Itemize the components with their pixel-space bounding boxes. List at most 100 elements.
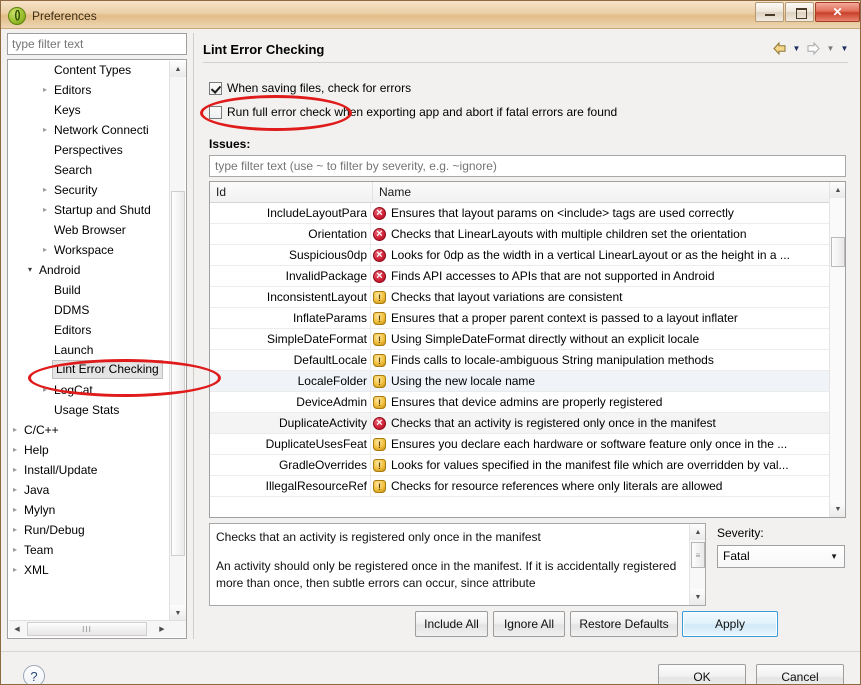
sidebar-item-startup-and-shutd[interactable]: ▸ Startup and Shutd [8, 200, 170, 220]
sidebar-item-label: Editors [54, 323, 92, 337]
sidebar-item-mylyn[interactable]: ▸ Mylyn [8, 500, 170, 520]
tree-horizontal-scrollbar[interactable]: ◀ III ▶ [9, 620, 186, 637]
sidebar-item-search[interactable]: Search [8, 160, 170, 180]
checkbox-row-full-error-check[interactable]: Run full error check when exporting app … [209, 105, 617, 119]
sidebar-item-install-update[interactable]: ▸ Install/Update [8, 460, 170, 480]
tree-scroll-down-icon[interactable]: ▼ [170, 605, 186, 621]
include-all-button[interactable]: Include All [415, 611, 488, 637]
tree-collapsed-arrow-icon[interactable]: ▸ [39, 180, 51, 200]
sidebar-item-run-debug[interactable]: ▸ Run/Debug [8, 520, 170, 540]
issues-scroll-down-icon[interactable]: ▼ [830, 501, 845, 517]
tree-scroll-up-icon[interactable]: ▲ [170, 61, 186, 77]
issues-scroll-thumb[interactable] [831, 237, 845, 267]
table-row[interactable]: InflateParams Ensures that a proper paren… [210, 308, 830, 329]
tree-collapsed-arrow-icon[interactable]: ▸ [9, 420, 21, 440]
tree-collapsed-arrow-icon[interactable]: ▸ [9, 440, 21, 460]
preferences-tree[interactable]: Content Types ▸ Editors Keys ▸ Network Connec… [7, 59, 187, 639]
sidebar-item-launch[interactable]: Launch [8, 340, 170, 360]
tree-scroll-right-icon[interactable]: ▶ [154, 621, 170, 637]
minimize-button[interactable] [755, 2, 784, 22]
table-row[interactable]: SimpleDateFormat Using SimpleDateFormat d… [210, 329, 830, 350]
back-menu-chevron-down-icon[interactable]: ▼ [791, 41, 802, 56]
tree-collapsed-arrow-icon[interactable]: ▸ [9, 520, 21, 540]
issue-description-panel[interactable]: Checks that an activity is registered on… [209, 523, 706, 606]
tree-collapsed-arrow-icon[interactable]: ▸ [39, 240, 51, 260]
table-row[interactable]: InconsistentLayout Checks that layout var… [210, 287, 830, 308]
sidebar-item-editors[interactable]: Editors [8, 320, 170, 340]
panel-splitter[interactable] [193, 33, 194, 639]
sidebar-item-xml[interactable]: ▸ XML [8, 560, 170, 580]
tree-collapsed-arrow-icon[interactable]: ▸ [9, 540, 21, 560]
view-menu-chevron-down-icon[interactable]: ▼ [839, 41, 850, 56]
tree-collapsed-arrow-icon[interactable]: ▸ [9, 500, 21, 520]
checkbox-save-check[interactable] [209, 81, 222, 95]
table-row[interactable]: Suspicious0dp Looks for 0dp as the width … [210, 245, 830, 266]
sidebar-item-security[interactable]: ▸ Security [8, 180, 170, 200]
issues-scroll-up-icon[interactable]: ▲ [830, 182, 845, 198]
column-header-name[interactable]: Name [373, 182, 830, 202]
tree-collapsed-arrow-icon[interactable]: ▸ [9, 560, 21, 580]
column-header-id[interactable]: Id [210, 182, 373, 202]
table-row[interactable]: LocaleFolder Using the new locale name [210, 371, 830, 392]
description-scroll-up-icon[interactable]: ▲ [690, 524, 705, 540]
sidebar-item-perspectives[interactable]: Perspectives [8, 140, 170, 160]
table-row[interactable]: GradleOverrides Looks for values specifie… [210, 455, 830, 476]
tree-collapsed-arrow-icon[interactable]: ▸ [39, 120, 51, 140]
checkbox-full-error-check[interactable] [209, 105, 222, 119]
table-row[interactable]: DefaultLocale Finds calls to locale-ambig… [210, 350, 830, 371]
description-scroll-down-icon[interactable]: ▼ [690, 589, 705, 605]
tree-expanded-arrow-icon[interactable]: ▾ [24, 260, 36, 280]
severity-dropdown[interactable]: Fatal ▼ [717, 545, 845, 568]
apply-button[interactable]: Apply [682, 611, 778, 637]
sidebar-item-usage-stats[interactable]: Usage Stats [8, 400, 170, 420]
tree-vertical-scrollbar[interactable]: ▲ ▼ [169, 61, 186, 621]
table-row[interactable]: DuplicateUsesFeat Ensures you declare eac… [210, 434, 830, 455]
table-row[interactable]: InvalidPackage Finds API accesses to APIs… [210, 266, 830, 287]
cancel-button[interactable]: Cancel [756, 664, 844, 684]
tree-collapsed-arrow-icon[interactable]: ▸ [39, 380, 51, 400]
tree-collapsed-arrow-icon[interactable]: ▸ [39, 200, 51, 220]
table-row[interactable]: IllegalResourceRef Checks for resource re… [210, 476, 830, 497]
maximize-button[interactable] [785, 2, 814, 22]
issues-table[interactable]: Id Name IncludeLayoutPara Ensures that la… [209, 181, 846, 518]
tree-vertical-scroll-thumb[interactable] [171, 191, 185, 556]
description-scroll-thumb[interactable]: ≡ [691, 542, 705, 568]
forward-menu-chevron-down-icon[interactable]: ▼ [825, 41, 836, 56]
ok-button[interactable]: OK [658, 664, 746, 684]
sidebar-item-help[interactable]: ▸ Help [8, 440, 170, 460]
table-row[interactable]: DuplicateActivity Checks that an activity… [210, 413, 830, 434]
sidebar-item-network-connecti[interactable]: ▸ Network Connecti [8, 120, 170, 140]
tree-collapsed-arrow-icon[interactable]: ▸ [9, 460, 21, 480]
issues-table-scrollbar[interactable]: ▲ ▼ [829, 182, 845, 517]
sidebar-item-web-browser[interactable]: Web Browser [8, 220, 170, 240]
sidebar-item-content-types[interactable]: Content Types [8, 60, 170, 80]
tree-collapsed-arrow-icon[interactable]: ▸ [9, 480, 21, 500]
description-scrollbar[interactable]: ▲ ≡ ▼ [689, 524, 705, 605]
sidebar-item-team[interactable]: ▸ Team [8, 540, 170, 560]
sidebar-item-android[interactable]: ▾ Android [8, 260, 170, 280]
table-row[interactable]: IncludeLayoutPara Ensures that layout par… [210, 203, 830, 224]
ignore-all-button[interactable]: Ignore All [493, 611, 565, 637]
sidebar-item-build[interactable]: Build [8, 280, 170, 300]
sidebar-item-ddms[interactable]: DDMS [8, 300, 170, 320]
tree-filter-input[interactable] [7, 33, 187, 55]
table-row[interactable]: DeviceAdmin Ensures that device admins ar… [210, 392, 830, 413]
table-row[interactable]: Orientation Checks that LinearLayouts wit… [210, 224, 830, 245]
sidebar-item-keys[interactable]: Keys [8, 100, 170, 120]
sidebar-item-workspace[interactable]: ▸ Workspace [8, 240, 170, 260]
tree-scroll-left-icon[interactable]: ◀ [9, 621, 25, 637]
help-button[interactable]: ? [23, 665, 45, 684]
checkbox-row-save-check[interactable]: When saving files, check for errors [209, 81, 411, 95]
sidebar-item-editors[interactable]: ▸ Editors [8, 80, 170, 100]
close-button[interactable]: ✕ [815, 2, 860, 22]
sidebar-item-lint-error-checking[interactable]: Lint Error Checking [8, 360, 170, 380]
tree-horizontal-scroll-thumb[interactable]: III [27, 622, 147, 636]
tree-collapsed-arrow-icon[interactable]: ▸ [39, 80, 51, 100]
restore-defaults-button[interactable]: Restore Defaults [570, 611, 678, 637]
back-arrow-icon[interactable] [771, 41, 788, 56]
sidebar-item-java[interactable]: ▸ Java [8, 480, 170, 500]
sidebar-item-logcat[interactable]: ▸ LogCat [8, 380, 170, 400]
issues-filter-input[interactable] [209, 155, 846, 177]
sidebar-item-c-c[interactable]: ▸ C/C++ [8, 420, 170, 440]
cell-divider [370, 329, 371, 349]
